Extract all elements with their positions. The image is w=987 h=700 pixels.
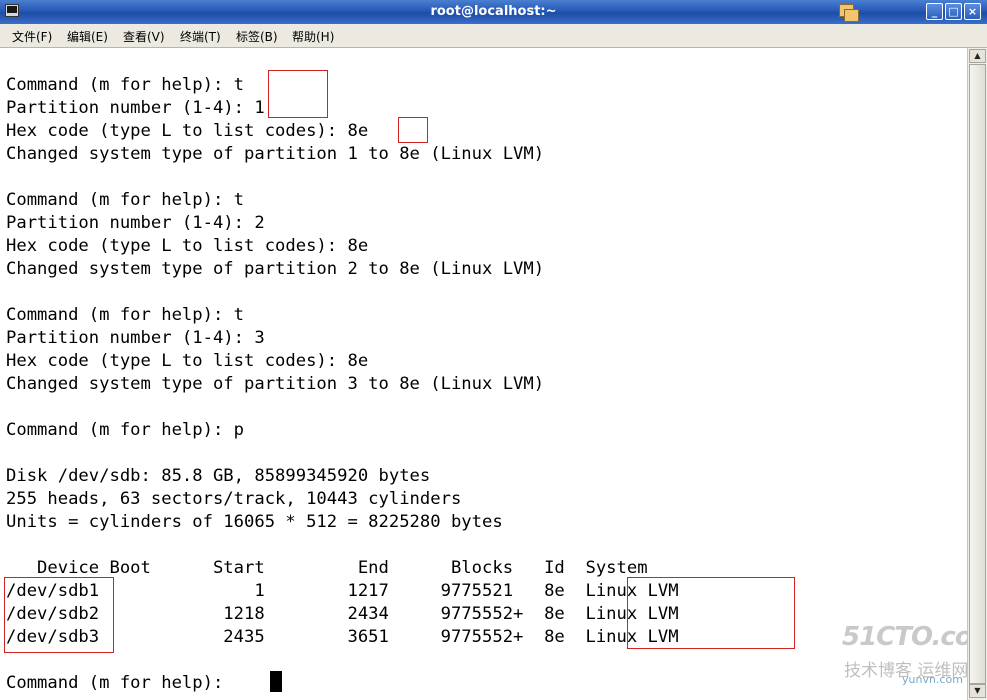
menu-view[interactable]: 查看(V) — [123, 28, 165, 45]
watermark: 51CTO.com 技术博客 运维网 yunvn.com — [842, 622, 967, 690]
menu-tabs[interactable]: 标签(B) — [236, 28, 278, 45]
vertical-scrollbar[interactable]: ▲ ▼ — [967, 48, 987, 700]
highlight-box-devices — [4, 577, 114, 653]
menu-file[interactable]: 文件(F) — [12, 28, 52, 45]
terminal-line: Partition number (1-4): 3 — [6, 328, 265, 348]
title-bar[interactable]: root@localhost:~ _ □ × — [0, 0, 987, 24]
menu-terminal[interactable]: 终端(T) — [180, 28, 221, 45]
workspace-icon[interactable] — [838, 3, 860, 22]
highlight-box-hex — [398, 117, 428, 143]
terminal-line: Hex code (type L to list codes): 8e — [6, 236, 369, 256]
scroll-down-icon[interactable]: ▼ — [969, 684, 986, 698]
minimize-button[interactable]: _ — [926, 3, 943, 20]
menu-edit[interactable]: 编辑(E) — [67, 28, 108, 45]
terminal-line: Partition number (1-4): 2 — [6, 213, 265, 233]
scrollbar-thumb[interactable] — [969, 64, 986, 684]
terminal-output[interactable]: Command (m for help): t Partition number… — [0, 48, 967, 700]
terminal-line: Partition number (1-4): 1 — [6, 98, 265, 118]
terminal-line: Units = cylinders of 16065 * 512 = 82252… — [6, 512, 503, 532]
watermark-logo: 51CTO.com — [842, 622, 967, 652]
terminal-line: Changed system type of partition 1 to 8e… — [6, 144, 545, 164]
menu-bar: 文件(F) 编辑(E) 查看(V) 终端(T) 标签(B) 帮助(H) — [0, 24, 987, 48]
terminal-line: Changed system type of partition 3 to 8e… — [6, 374, 545, 394]
maximize-button[interactable]: □ — [945, 3, 962, 20]
terminal-line: 255 heads, 63 sectors/track, 10443 cylin… — [6, 489, 462, 509]
terminal-line: Disk /dev/sdb: 85.8 GB, 85899345920 byte… — [6, 466, 431, 486]
terminal-line: Command (m for help): p — [6, 420, 244, 440]
terminal-line: Command (m for help): t — [6, 75, 244, 95]
close-button[interactable]: × — [964, 3, 981, 20]
terminal-line: Command (m for help): t — [6, 190, 244, 210]
highlight-box-input — [268, 70, 328, 118]
command-prompt: Command (m for help): — [6, 673, 234, 693]
terminal-line: Changed system type of partition 2 to 8e… — [6, 259, 545, 279]
watermark-url: yunvn.com — [902, 673, 963, 686]
menu-help[interactable]: 帮助(H) — [292, 28, 334, 45]
terminal-cursor — [270, 671, 282, 692]
scroll-up-icon[interactable]: ▲ — [969, 49, 986, 63]
terminal-line: Command (m for help): t — [6, 305, 244, 325]
terminal-line: Hex code (type L to list codes): 8e — [6, 121, 369, 141]
terminal-line: Hex code (type L to list codes): 8e — [6, 351, 369, 371]
highlight-box-system — [627, 577, 795, 649]
